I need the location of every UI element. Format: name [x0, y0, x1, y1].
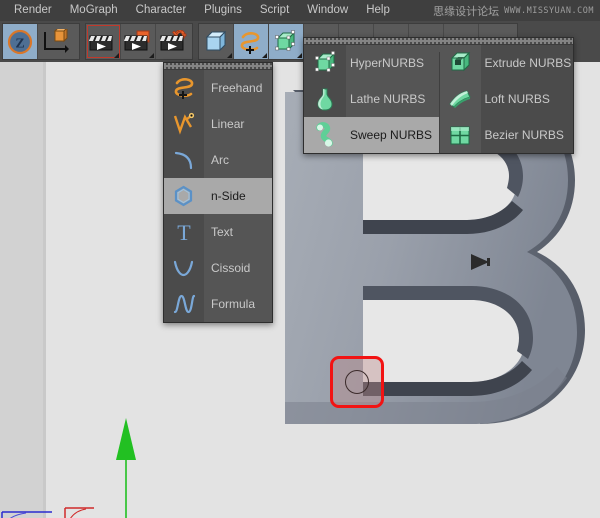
- svg-text:T: T: [177, 220, 191, 245]
- nurbs-item-extrude-label: Extrude NURBS: [481, 45, 574, 81]
- nurbs-item-lathe[interactable]: Lathe NURBS: [304, 81, 439, 117]
- spline-cissoid-icon: [164, 250, 204, 286]
- object-axis-button[interactable]: [38, 24, 73, 59]
- x-axis-gizmo[interactable]: [60, 492, 100, 518]
- axis-cube-icon: [42, 29, 70, 55]
- extrude-nurbs-icon: [439, 45, 481, 81]
- render-view-button[interactable]: [86, 24, 121, 59]
- svg-text:Z: Z: [15, 36, 24, 51]
- nurbs-popup-drag-handle[interactable]: [304, 38, 573, 45]
- spline-tools-button[interactable]: [234, 24, 269, 59]
- spline-formula-icon: [164, 286, 204, 322]
- render-picture-viewer-button[interactable]: [121, 24, 156, 59]
- spline-nside-icon: [164, 178, 204, 214]
- bezier-nurbs-icon: [439, 117, 481, 153]
- nurbs-item-loft[interactable]: Loft NURBS: [439, 81, 574, 117]
- nurbs-cube-icon: [272, 29, 300, 55]
- spline-item-cissoid-label: Cissoid: [204, 250, 272, 286]
- menu-bar: Render MoGraph Character Plugins Script …: [0, 0, 600, 21]
- zbrush-button[interactable]: Z: [3, 24, 38, 59]
- menu-help[interactable]: Help: [357, 0, 399, 21]
- spline-popup-menu[interactable]: Freehand Linear Arc: [163, 62, 273, 323]
- spline-item-nside-label: n-Side: [204, 178, 272, 214]
- cube-primitive-icon: [202, 29, 230, 55]
- menu-character[interactable]: Character: [127, 0, 196, 21]
- nurbs-item-extrude[interactable]: Extrude NURBS: [439, 45, 574, 81]
- menu-script[interactable]: Script: [251, 0, 298, 21]
- sweep-nurbs-icon: [304, 117, 346, 153]
- z-axis-gizmo[interactable]: [0, 494, 58, 518]
- nurbs-item-sweep-label: Sweep NURBS: [346, 117, 439, 153]
- spline-item-freehand[interactable]: Freehand: [164, 70, 272, 106]
- nurbs-item-loft-label: Loft NURBS: [481, 81, 574, 117]
- nurbs-item-lathe-label: Lathe NURBS: [346, 81, 439, 117]
- spline-item-arc[interactable]: Arc: [164, 142, 272, 178]
- cube-primitive-button[interactable]: [199, 24, 234, 59]
- spline-item-formula-label: Formula: [204, 286, 272, 322]
- spline-freehand-icon: [237, 29, 265, 55]
- spline-item-text[interactable]: T Text: [164, 214, 272, 250]
- viewport-back-wall: [0, 62, 43, 518]
- spline-item-linear[interactable]: Linear: [164, 106, 272, 142]
- menu-render[interactable]: Render: [0, 0, 61, 21]
- nurbs-item-bezier[interactable]: Bezier NURBS: [439, 117, 574, 153]
- render-view-clapper-icon: [89, 30, 117, 54]
- cinema4d-window: Z: [0, 0, 600, 518]
- spline-item-freehand-label: Freehand: [204, 70, 272, 106]
- spline-popup-drag-handle[interactable]: [164, 63, 272, 70]
- nurbs-popup-menu[interactable]: HyperNURBS Lathe NURBS: [303, 37, 574, 154]
- nurbs-item-sweep[interactable]: Sweep NURBS: [304, 117, 439, 153]
- spline-arc-icon: [164, 142, 204, 178]
- toolbar-group-left: Z: [2, 23, 80, 60]
- nurbs-column-divider: [439, 52, 440, 153]
- render-settings-clapper-icon: [160, 30, 188, 54]
- nurbs-item-bezier-label: Bezier NURBS: [481, 117, 574, 153]
- spline-text-icon: T: [164, 214, 204, 250]
- hypernurbs-icon: [304, 45, 346, 81]
- spline-item-cissoid[interactable]: Cissoid: [164, 250, 272, 286]
- n-side-polygon-outline: [345, 370, 369, 394]
- zbrush-z-icon: Z: [7, 29, 33, 55]
- toolbar-group-render: [85, 23, 193, 60]
- lathe-nurbs-icon: [304, 81, 346, 117]
- viewport-wall-shadow: [43, 62, 46, 518]
- spline-item-arc-label: Arc: [204, 142, 272, 178]
- spline-item-nside[interactable]: n-Side: [164, 178, 272, 214]
- nurbs-right-column: Extrude NURBS Loft NURBS: [439, 45, 574, 153]
- render-settings-button[interactable]: [156, 24, 191, 59]
- menu-mograph[interactable]: MoGraph: [61, 0, 127, 21]
- nurbs-left-column: HyperNURBS Lathe NURBS: [304, 45, 439, 153]
- spline-freehand-icon: [164, 70, 204, 106]
- menu-plugins[interactable]: Plugins: [195, 0, 251, 21]
- nurbs-item-hypernurbs-label: HyperNURBS: [346, 45, 439, 81]
- spline-item-text-label: Text: [204, 214, 272, 250]
- y-axis-arrow[interactable]: [112, 418, 140, 518]
- spline-linear-icon: [164, 106, 204, 142]
- spline-item-linear-label: Linear: [204, 106, 272, 142]
- menu-window[interactable]: Window: [298, 0, 357, 21]
- nurbs-tools-button[interactable]: [269, 24, 304, 59]
- nurbs-item-hypernurbs[interactable]: HyperNURBS: [304, 45, 439, 81]
- spline-item-formula[interactable]: Formula: [164, 286, 272, 322]
- loft-nurbs-icon: [439, 81, 481, 117]
- render-picture-viewer-icon: [124, 30, 152, 54]
